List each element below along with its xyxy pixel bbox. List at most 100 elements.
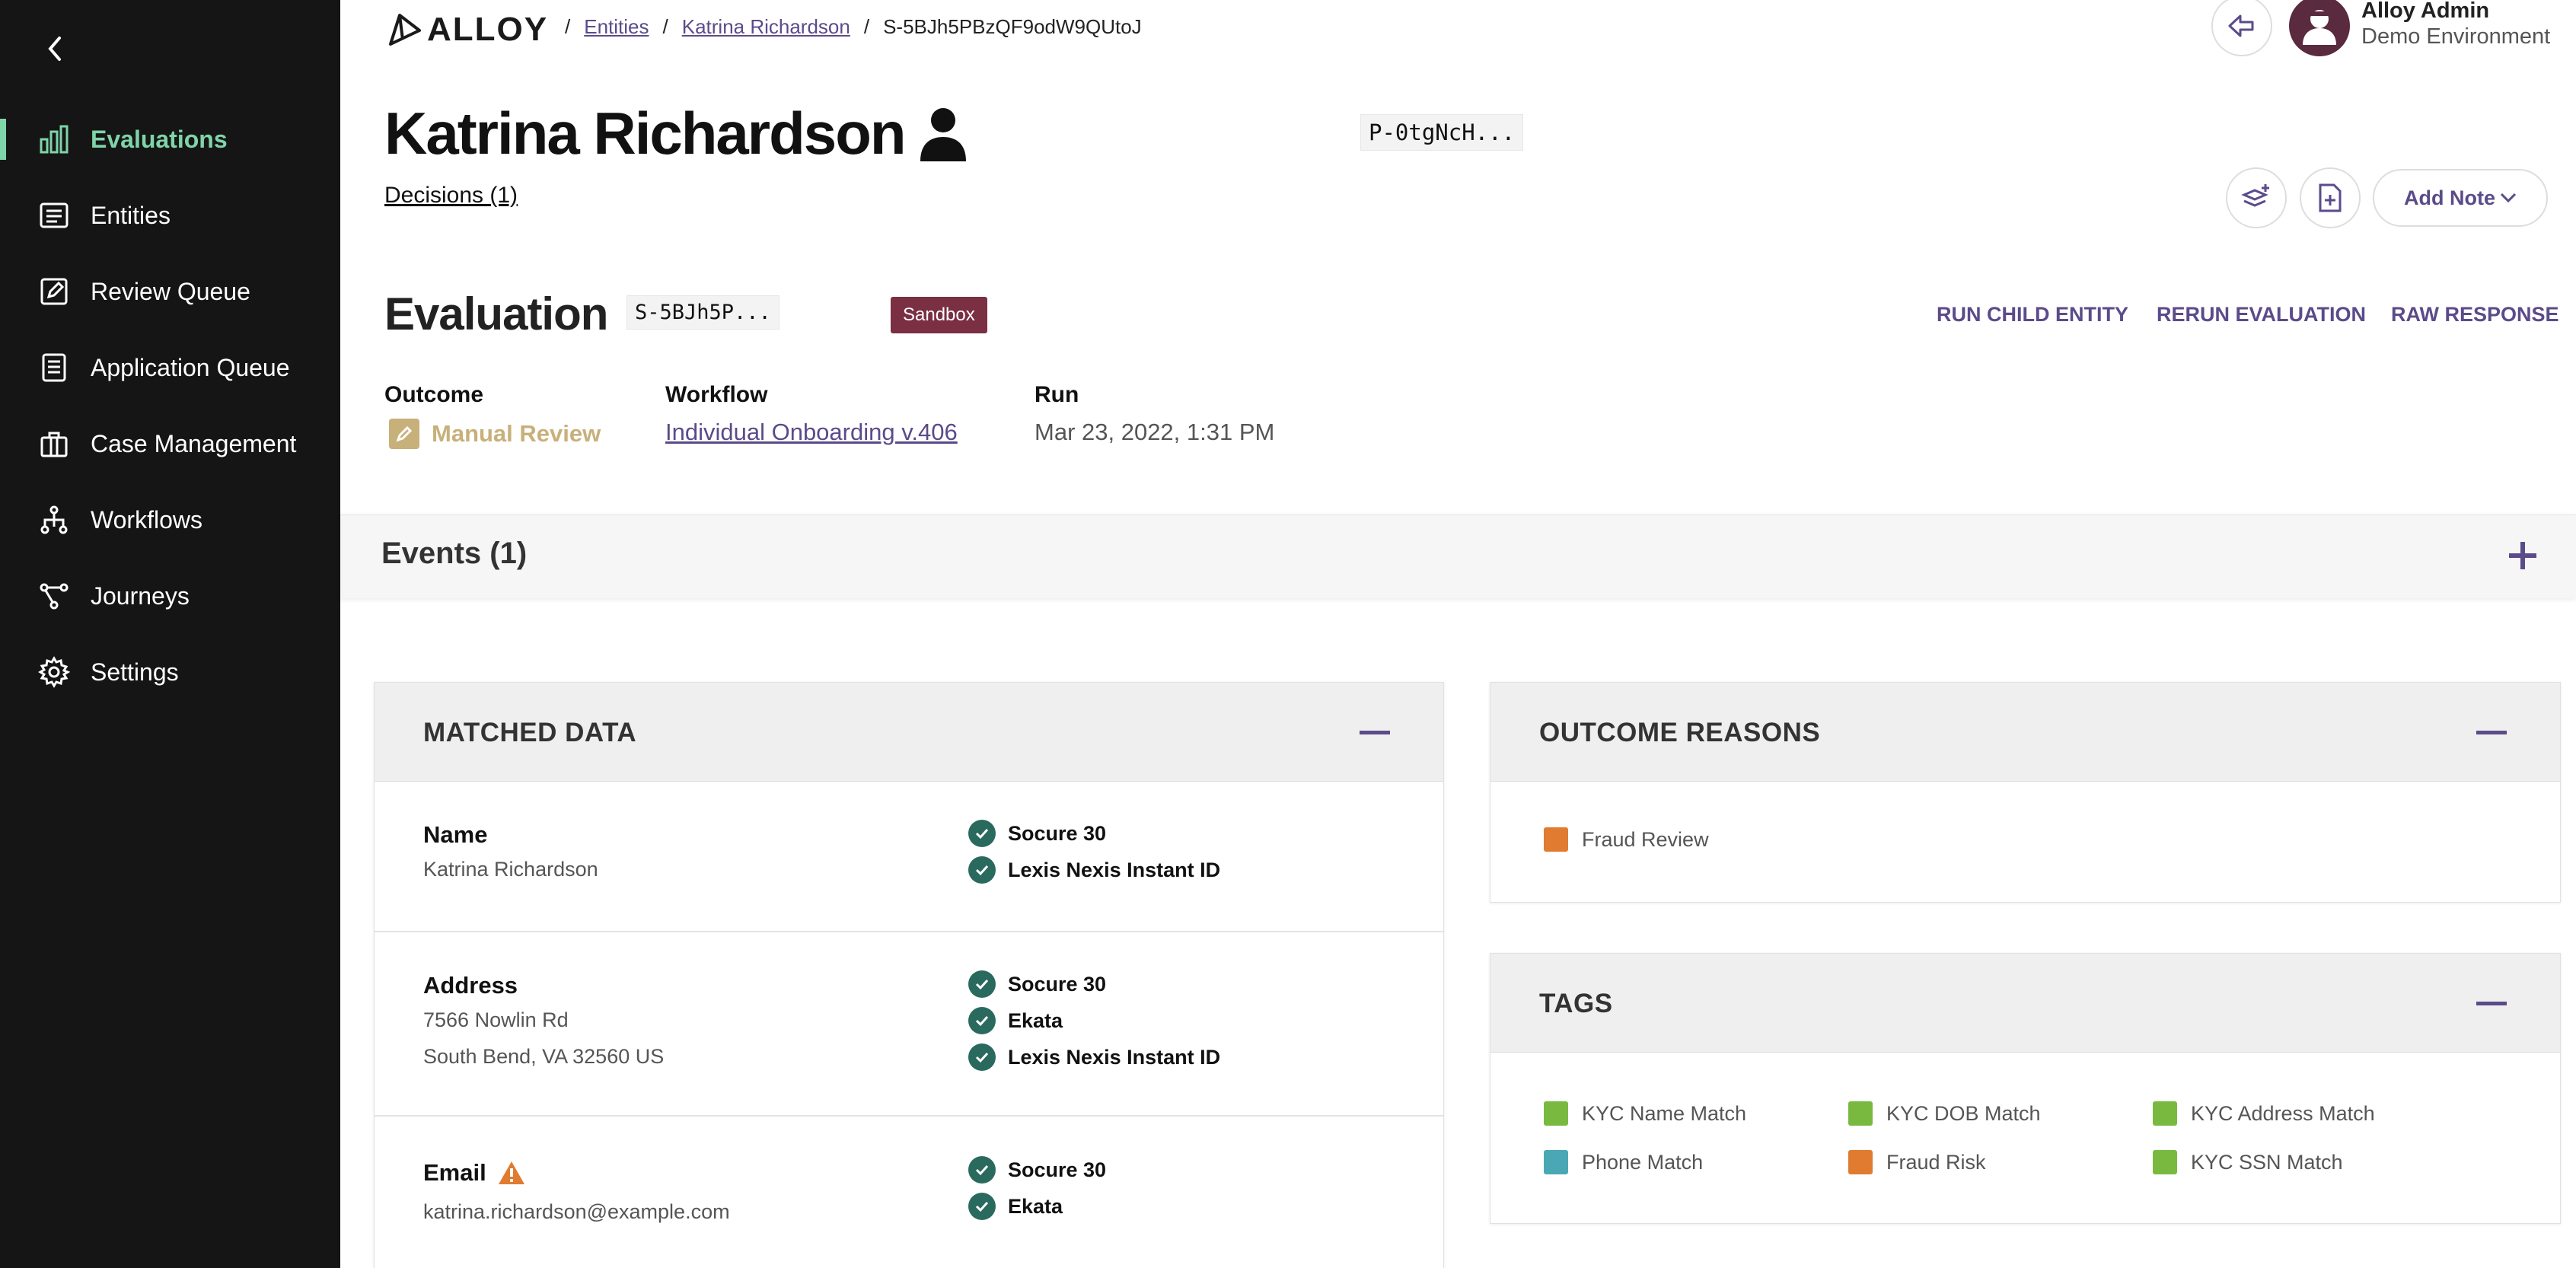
person-icon: [919, 107, 968, 161]
sidebar-item-entities[interactable]: Entities: [0, 189, 340, 242]
sidebar-item-label: Journeys: [91, 581, 190, 610]
sidebar-item-label: Entities: [91, 201, 171, 229]
collapse-button[interactable]: [2476, 998, 2507, 1008]
source-name: Lexis Nexis Instant ID: [1008, 858, 1221, 881]
layers-button[interactable]: [2226, 167, 2287, 228]
matched-row-email: Email katrina.richardson@example.com Soc…: [375, 1117, 1443, 1268]
tag-label: Fraud Risk: [1886, 1150, 1986, 1174]
source-name: Ekata: [1008, 1194, 1063, 1218]
tag-item: Fraud Risk: [1848, 1150, 1986, 1174]
minus-icon: [2476, 1001, 2507, 1005]
sidebar-item-journeys[interactable]: Journeys: [0, 569, 340, 623]
chevron-left-icon[interactable]: [40, 33, 70, 64]
rerun-evaluation-button[interactable]: RERUN EVALUATION: [2157, 303, 2366, 327]
user-environment: Demo Environment: [2361, 24, 2551, 49]
raw-response-button[interactable]: RAW RESPONSE: [2391, 303, 2559, 327]
tag-item: Phone Match: [1544, 1150, 1703, 1174]
breadcrumb-separator: /: [863, 15, 870, 38]
sidebar: Evaluations Entities Review Queue Applic…: [0, 0, 340, 1268]
color-swatch: [2153, 1150, 2177, 1174]
add-note-label: Add Note: [2404, 186, 2495, 209]
sidebar-item-label: Evaluations: [91, 125, 228, 153]
matched-data-title: MATCHED DATA: [423, 718, 637, 747]
decisions-link[interactable]: Decisions (1): [384, 183, 518, 209]
tag-item: KYC Address Match: [2153, 1101, 2375, 1126]
collapse-button[interactable]: [2476, 727, 2507, 738]
matched-label: Address: [423, 972, 518, 999]
breadcrumb-current: S-5BJh5PBzQF9odW9QUtoJ: [883, 15, 1142, 38]
sidebar-item-workflows[interactable]: Workflows: [0, 493, 340, 546]
tag-label: KYC SSN Match: [2191, 1150, 2343, 1174]
top-bar: ALLOY / Entities / Katrina Richardson / …: [340, 0, 2576, 61]
avatar[interactable]: [2289, 0, 2350, 56]
tags-title: TAGS: [1539, 989, 1613, 1018]
main-content: ALLOY / Entities / Katrina Richardson / …: [340, 0, 2576, 1268]
color-swatch: [1848, 1150, 1873, 1174]
source-name: Socure 30: [1008, 821, 1107, 845]
add-document-button[interactable]: [2300, 167, 2361, 228]
journey-icon: [37, 578, 72, 613]
check-circle-icon: [968, 1043, 996, 1071]
check-circle-icon: [968, 1156, 996, 1184]
outcome-reasons-title: OUTCOME REASONS: [1539, 718, 1821, 747]
evaluation-id-chip[interactable]: S-5BJh5P...: [626, 295, 779, 330]
workflow-label: Workflow: [665, 382, 768, 407]
workflow-link[interactable]: Individual Onboarding v.406: [665, 419, 958, 446]
sidebar-item-label: Application Queue: [91, 353, 290, 381]
matched-value: katrina.richardson@example.com: [423, 1200, 730, 1223]
sandbox-badge: Sandbox: [891, 297, 987, 333]
outcome-label: Outcome: [384, 382, 484, 407]
source-item: Lexis Nexis Instant ID: [968, 1043, 1220, 1071]
tag-label: Phone Match: [1582, 1150, 1704, 1174]
add-note-button[interactable]: Add Note: [2373, 169, 2548, 227]
briefcase-icon: [37, 426, 72, 461]
run-timestamp: Mar 23, 2022, 1:31 PM: [1035, 419, 1275, 445]
matched-label-wrap: Email: [423, 1159, 526, 1187]
sidebar-item-evaluations[interactable]: Evaluations: [0, 113, 340, 166]
tag-item: KYC SSN Match: [2153, 1150, 2343, 1174]
collapse-button[interactable]: [1360, 727, 1390, 738]
color-swatch: [1544, 1101, 1568, 1126]
outcome-value: Manual Review: [389, 419, 601, 449]
matched-value: Katrina Richardson: [423, 858, 598, 881]
check-circle-icon: [968, 1193, 996, 1220]
user-name: Alloy Admin: [2361, 0, 2490, 23]
color-swatch: [1544, 1150, 1568, 1174]
sidebar-item-label: Review Queue: [91, 277, 250, 305]
source-item: Ekata: [968, 1007, 1063, 1034]
add-event-button[interactable]: [2504, 537, 2542, 575]
check-circle-icon: [968, 970, 996, 998]
sidebar-item-review-queue[interactable]: Review Queue: [0, 265, 340, 318]
breadcrumb-separator: /: [662, 15, 668, 38]
source-item: Socure 30: [968, 970, 1106, 998]
edit-icon: [37, 274, 72, 309]
matched-value: South Bend, VA 32560 US: [423, 1045, 665, 1068]
alloy-logo-icon: [389, 14, 421, 46]
color-swatch: [2153, 1101, 2177, 1126]
entity-id-chip[interactable]: P-0tgNcH...: [1360, 114, 1524, 151]
gear-icon: [37, 655, 72, 690]
back-button[interactable]: [2211, 0, 2272, 56]
run-label: Run: [1035, 382, 1079, 407]
matched-data-header: MATCHED DATA: [375, 683, 1443, 782]
sidebar-item-label: Case Management: [91, 429, 297, 457]
alloy-logo[interactable]: ALLOY: [387, 11, 548, 49]
sidebar-item-application-queue[interactable]: Application Queue: [0, 341, 340, 394]
check-circle-icon: [968, 1007, 996, 1034]
events-title: Events (1): [381, 537, 528, 570]
run-child-entity-button[interactable]: RUN CHILD ENTITY: [1937, 303, 2128, 327]
document-add-icon: [2319, 183, 2342, 212]
breadcrumb-separator: /: [565, 15, 571, 38]
tags-header: TAGS: [1490, 954, 2560, 1053]
breadcrumb: / Entities / Katrina Richardson / S-5BJh…: [565, 15, 1142, 39]
tags-card: TAGS KYC Name Match KYC DOB Match KYC Ad…: [1490, 953, 2561, 1224]
breadcrumb-person-link[interactable]: Katrina Richardson: [682, 15, 850, 39]
sidebar-item-settings[interactable]: Settings: [0, 645, 340, 699]
bar-chart-icon: [37, 122, 72, 157]
outcome-reasons-header: OUTCOME REASONS: [1490, 683, 2560, 782]
color-swatch: [1544, 827, 1568, 852]
sidebar-item-label: Workflows: [91, 505, 202, 534]
logo-text: ALLOY: [427, 11, 549, 48]
sidebar-item-case-management[interactable]: Case Management: [0, 417, 340, 470]
breadcrumb-entities-link[interactable]: Entities: [584, 15, 649, 39]
